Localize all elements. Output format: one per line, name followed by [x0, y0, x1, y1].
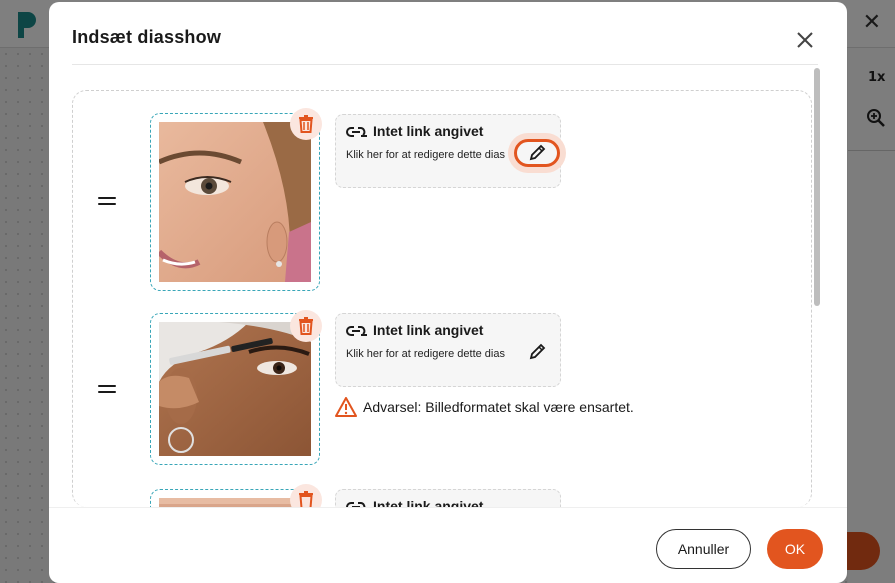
aspect-ratio-warning: Advarsel: Billedformatet skal være ensar… [335, 397, 695, 419]
slide-image-box[interactable] [150, 310, 322, 465]
slide-item: Intet link angivet [73, 484, 811, 507]
link-title: Intet link angivet [373, 123, 484, 139]
scrollbar-thumb[interactable] [814, 68, 820, 306]
face-closeup-photo [159, 122, 311, 282]
link-icon [346, 502, 366, 507]
link-title: Intet link angivet [373, 498, 484, 507]
slide-item: Intet link angivet Klik her for at redig… [73, 91, 811, 311]
delete-slide-button[interactable] [290, 310, 322, 342]
delete-slide-button[interactable] [290, 108, 322, 140]
mascara-application-photo [159, 322, 311, 456]
cancel-button[interactable]: Annuller [656, 529, 751, 569]
close-icon[interactable] [793, 28, 817, 52]
header-divider [72, 64, 818, 65]
slide-image-box[interactable] [150, 108, 322, 291]
slide-link-card[interactable]: Intet link angivet [335, 489, 561, 507]
edit-slide-button[interactable] [514, 139, 560, 167]
drag-handle-icon[interactable] [98, 197, 116, 209]
ok-button[interactable]: OK [767, 529, 823, 569]
insert-slideshow-dialog: Indsæt diasshow Intet link angivet Klik … [49, 2, 847, 583]
warning-text: Advarsel: Billedformatet skal være ensar… [363, 399, 634, 415]
delete-slide-button[interactable] [290, 484, 322, 507]
trash-icon [299, 491, 313, 507]
edit-slide-button[interactable] [514, 338, 560, 366]
slide-link-card[interactable]: Intet link angivet Klik her for at redig… [335, 313, 561, 387]
dialog-title: Indsæt diasshow [72, 27, 222, 47]
scrollbar[interactable] [812, 68, 822, 508]
pencil-icon [529, 144, 546, 161]
slide-item: Intet link angivet Klik her for at redig… [73, 310, 811, 491]
link-icon [346, 326, 367, 336]
partial-photo [159, 498, 311, 507]
footer-divider [49, 507, 847, 508]
pencil-icon [529, 343, 546, 360]
link-hint: Klik her for at redigere dette dias [346, 348, 505, 360]
slides-list[interactable]: Intet link angivet Klik her for at redig… [72, 90, 812, 507]
link-icon [346, 127, 367, 137]
slide-image-box[interactable] [150, 484, 322, 507]
warning-icon [335, 397, 357, 417]
trash-icon [299, 317, 313, 335]
trash-icon [299, 115, 313, 133]
link-title: Intet link angivet [373, 322, 484, 338]
slide-link-card[interactable]: Intet link angivet Klik her for at redig… [335, 114, 561, 188]
link-hint: Klik her for at redigere dette dias [346, 149, 505, 161]
drag-handle-icon[interactable] [98, 385, 116, 397]
